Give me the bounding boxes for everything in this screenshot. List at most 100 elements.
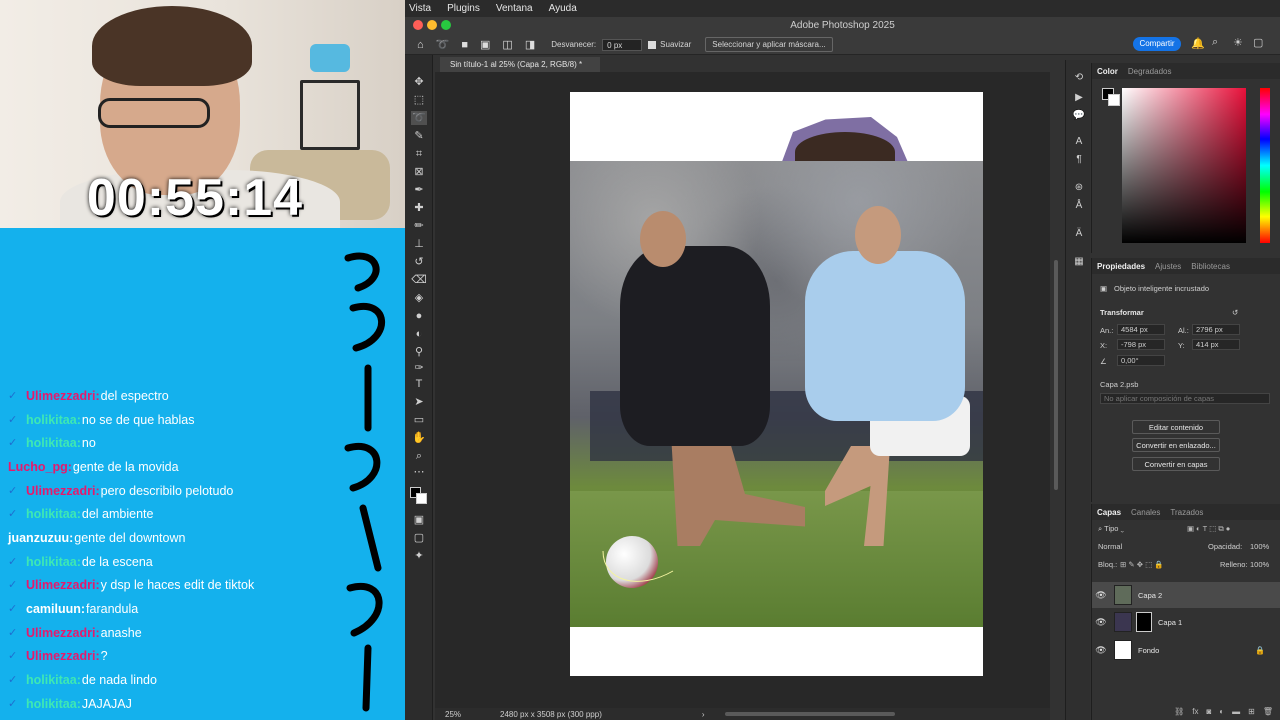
x-position-field[interactable]: -798 px bbox=[1117, 339, 1165, 350]
convert-to-layers-button[interactable]: Convertir en capas bbox=[1132, 457, 1220, 471]
clone-stamp-icon[interactable]: ⊥ bbox=[411, 237, 427, 251]
canvas-horizontal-scrollbar[interactable] bbox=[725, 712, 895, 716]
chat-username[interactable]: juanzuzuu: bbox=[8, 531, 73, 545]
delete-layer-icon[interactable]: 🗑 bbox=[1263, 707, 1273, 716]
status-arrow-icon[interactable]: › bbox=[702, 710, 705, 719]
chat-username[interactable]: holikitaa: bbox=[26, 555, 81, 569]
close-window-button[interactable] bbox=[413, 20, 423, 30]
marquee-tool-icon[interactable]: ⬚ bbox=[411, 93, 427, 107]
chat-username[interactable]: Ulimezzadri: bbox=[26, 649, 100, 663]
layer-row-capa-1[interactable]: 👁 Capa 1 bbox=[1092, 609, 1280, 635]
tab-properties[interactable]: Propiedades bbox=[1092, 262, 1150, 271]
chat-username[interactable]: holikitaa: bbox=[26, 697, 81, 711]
type-tool-icon[interactable]: T bbox=[411, 377, 427, 391]
quick-select-icon[interactable]: ✎ bbox=[411, 129, 427, 143]
history-icon[interactable]: ⟲ bbox=[1072, 72, 1086, 84]
adjustment-layer-icon[interactable]: ◐ bbox=[1219, 707, 1224, 716]
y-position-field[interactable]: 414 px bbox=[1192, 339, 1240, 350]
zoom-lens-icon[interactable]: ⚲ bbox=[411, 345, 427, 359]
chat-username[interactable]: holikitaa: bbox=[26, 436, 81, 450]
search-icon[interactable]: ⌕ bbox=[1212, 36, 1218, 49]
tab-layers[interactable]: Capas bbox=[1092, 508, 1126, 517]
rectangle-tool-icon[interactable]: ▭ bbox=[411, 413, 427, 427]
width-field[interactable]: 4584 px bbox=[1117, 324, 1165, 335]
chat-username[interactable]: Ulimezzadri: bbox=[26, 626, 100, 640]
blur-tool-icon[interactable]: ● bbox=[411, 309, 427, 323]
bell-icon[interactable]: 🔔 bbox=[1191, 37, 1205, 50]
edit-contents-button[interactable]: Editar contenido bbox=[1132, 420, 1220, 434]
reset-transform-icon[interactable]: ↺ bbox=[1232, 308, 1238, 317]
height-field[interactable]: 2796 px bbox=[1192, 324, 1240, 335]
menu-ayuda[interactable]: Ayuda bbox=[549, 3, 577, 14]
hue-slider[interactable] bbox=[1260, 88, 1270, 243]
smooth-checkbox[interactable] bbox=[648, 40, 657, 49]
discover-icon[interactable]: ☀ bbox=[1233, 36, 1243, 49]
crop-tool-icon[interactable]: ⌗ bbox=[411, 147, 427, 161]
feather-input[interactable]: 0 px bbox=[602, 38, 643, 51]
layer-filter-select[interactable]: ⌕ Tipo ⌄ bbox=[1098, 524, 1124, 534]
actions-play-icon[interactable]: ▶ bbox=[1072, 92, 1086, 104]
chat-username[interactable]: Ulimezzadri: bbox=[26, 484, 100, 498]
document-tab[interactable]: Sin título-1 al 25% (Capa 2, RGB/8) * bbox=[440, 57, 600, 72]
tab-paths[interactable]: Trazados bbox=[1165, 508, 1208, 517]
brush-settings-icon[interactable]: ⊛ bbox=[1072, 182, 1086, 194]
zoom-level[interactable]: 25% bbox=[445, 710, 490, 719]
chat-username[interactable]: holikitaa: bbox=[26, 507, 81, 521]
angle-field[interactable]: 0,00° bbox=[1117, 355, 1165, 366]
color-swatches[interactable] bbox=[1102, 88, 1120, 106]
minimize-window-button[interactable] bbox=[427, 20, 437, 30]
soccer-photo-layer[interactable] bbox=[570, 161, 983, 627]
tab-adjustments[interactable]: Ajustes bbox=[1150, 262, 1186, 271]
history-brush-icon[interactable]: ↺ bbox=[411, 255, 427, 269]
visibility-eye-icon[interactable]: 👁 bbox=[1092, 590, 1110, 601]
add-mask-icon[interactable]: ◙ bbox=[1206, 707, 1211, 716]
vertical-scroll-thumb[interactable] bbox=[1054, 260, 1058, 490]
eraser-icon[interactable]: ⌫ bbox=[411, 273, 427, 287]
share-button[interactable]: Compartir bbox=[1133, 37, 1181, 51]
lock-icon[interactable]: 🔒 bbox=[1255, 646, 1265, 655]
background-color-swatch[interactable] bbox=[416, 493, 427, 504]
zoom-window-button[interactable] bbox=[441, 20, 451, 30]
subtract-selection-icon[interactable]: ◫ bbox=[502, 38, 512, 51]
pen-tool-icon[interactable]: ✑ bbox=[411, 361, 427, 375]
color-picker-field[interactable] bbox=[1122, 88, 1246, 243]
hand-tool-icon[interactable]: ✋ bbox=[411, 431, 427, 445]
layer-mask-thumbnail[interactable] bbox=[1136, 612, 1152, 632]
workspace-icon[interactable]: ▢ bbox=[1253, 36, 1263, 49]
chat-username[interactable]: camiluun: bbox=[26, 602, 85, 616]
lasso-tool-icon[interactable]: ➰ bbox=[411, 111, 427, 125]
healing-brush-icon[interactable]: ✚ bbox=[411, 201, 427, 215]
add-selection-icon[interactable]: ▣ bbox=[480, 38, 490, 51]
dodge-tool-icon[interactable]: ◐ bbox=[411, 327, 427, 341]
menu-plugins[interactable]: Plugins bbox=[447, 3, 480, 14]
background-swatch[interactable] bbox=[1108, 94, 1120, 106]
character-icon[interactable]: A bbox=[1072, 136, 1086, 148]
home-icon[interactable]: ⌂ bbox=[417, 39, 424, 51]
tab-color[interactable]: Color bbox=[1092, 67, 1123, 76]
fill-value[interactable]: 100% bbox=[1250, 560, 1269, 569]
blend-mode-select[interactable]: Normal bbox=[1098, 542, 1208, 551]
quick-mask-icon[interactable]: ▣ bbox=[411, 513, 427, 527]
document-canvas[interactable] bbox=[570, 92, 983, 676]
new-group-icon[interactable]: ▬ bbox=[1232, 707, 1240, 716]
layer-filter-icons[interactable]: ▣ ◐ T ⬚ ⧉ ● bbox=[1187, 524, 1230, 534]
convert-to-linked-button[interactable]: Convertir en enlazado... bbox=[1132, 438, 1220, 452]
new-selection-icon[interactable]: ■ bbox=[461, 39, 468, 51]
visibility-eye-icon[interactable]: 👁 bbox=[1092, 645, 1110, 656]
eyedropper-icon[interactable]: ✒ bbox=[411, 183, 427, 197]
comments-icon[interactable]: 💬 bbox=[1072, 110, 1086, 122]
new-layer-icon[interactable]: ⊞ bbox=[1248, 707, 1255, 716]
layer-comp-select[interactable]: No aplicar composición de capas bbox=[1100, 393, 1270, 404]
frame-tool-icon[interactable]: ⊠ bbox=[411, 165, 427, 179]
menu-vista[interactable]: Vista bbox=[409, 3, 431, 14]
glyphs-icon[interactable]: Å bbox=[1072, 200, 1086, 212]
layer-row-capa-2[interactable]: 👁 Capa 2 bbox=[1092, 582, 1280, 608]
swatches-grid-icon[interactable]: ▦ bbox=[1072, 256, 1086, 268]
link-layers-icon[interactable]: ⛓ bbox=[1174, 707, 1184, 716]
move-tool-icon[interactable]: ✥ bbox=[411, 75, 427, 89]
brush-tool-icon[interactable]: ✏ bbox=[411, 219, 427, 233]
paint-bucket-icon[interactable]: ◈ bbox=[411, 291, 427, 305]
chat-username[interactable]: Ulimezzadri: bbox=[26, 389, 100, 403]
fx-icon[interactable]: fx bbox=[1192, 707, 1198, 716]
chat-username[interactable]: holikitaa: bbox=[26, 413, 81, 427]
